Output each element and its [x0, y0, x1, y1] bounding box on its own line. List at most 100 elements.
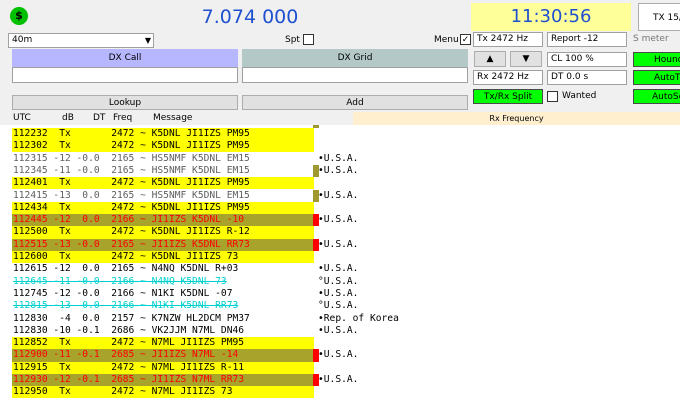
- row-message: 112745 -12 -0.0 2166 ~ N1KI K5DNL -07: [13, 287, 233, 299]
- table-row[interactable]: 112645 -11 -0.0 2166 ~ N4NQ K5DNL 73 °U.S…: [0, 276, 680, 288]
- table-row[interactable]: 112615 -12 0.0 2165 ~ N4NQ K5DNL R+03 •U.…: [0, 263, 680, 275]
- lookup-button[interactable]: Lookup: [12, 95, 238, 110]
- status-icon: $: [10, 7, 28, 25]
- rx-frequency-spinner[interactable]: Rx 2472 Hz: [473, 70, 543, 85]
- autoseq-button[interactable]: AutoSeq: [633, 89, 680, 104]
- row-marker: [313, 177, 319, 189]
- row-message: 112401 Tx 2472 ~ K5DNL JI1IZS PM95: [13, 177, 250, 189]
- table-row[interactable]: 112915 Tx 2472 ~ N7ML JI1IZS R-11: [0, 361, 680, 374]
- row-message: 112830 -10 -0.1 2686 ~ VK2JJM N7ML DN46: [13, 324, 245, 336]
- down-arrow-button[interactable]: ▼: [510, 51, 542, 67]
- table-row[interactable]: 112745 -12 -0.0 2166 ~ N1KI K5DNL -07 •U.…: [0, 288, 680, 300]
- row-marker: [313, 140, 319, 152]
- row-message: 112600 Tx 2472 ~ K5DNL JI1IZS 73: [13, 251, 239, 262]
- table-row[interactable]: 112900 -11 -0.1 2685 ~ JI1IZS N7ML -14 •U…: [0, 349, 680, 362]
- row-message: 112315 -12 -0.0 2165 ~ HS5NMF K5DNL EM15: [13, 152, 250, 164]
- table-row[interactable]: 112445 -12 0.0 2166 ~ JI1IZS K5DNL -10 •U…: [0, 214, 680, 227]
- row-country: •U.S.A.: [318, 189, 359, 201]
- table-row[interactable]: 112415 -13 0.0 2165 ~ HS5NMF K5DNL EM15 •…: [0, 189, 680, 202]
- rx-frequency-table[interactable]: 112232 Tx 2472 ~ K5DNL JI1IZS PM95 112302…: [0, 125, 680, 404]
- frequency-display: 7.074 000: [201, 6, 299, 28]
- row-country: •U.S.A.: [318, 152, 359, 164]
- tx-period-button[interactable]: TX 15/: [638, 3, 680, 31]
- row-country: •U.S.A.: [318, 324, 359, 336]
- rx-frequency-header: Rx Frequency: [353, 112, 680, 125]
- up-arrow-button[interactable]: ▲: [474, 51, 506, 67]
- row-country: °U.S.A.: [318, 275, 359, 287]
- row-country: •U.S.A.: [318, 263, 359, 275]
- table-row[interactable]: 112345 -11 -0.0 2165 ~ HS5NMF K5DNL EM15…: [0, 164, 680, 178]
- dx-call-header: DX Call: [12, 49, 238, 67]
- row-country: •Rep. of Korea: [318, 312, 399, 324]
- row-country: •U.S.A.: [318, 214, 359, 226]
- dx-call-input[interactable]: [12, 67, 238, 83]
- row-message: 112852 Tx 2472 ~ N7ML JI1IZS PM95: [13, 337, 245, 349]
- menu-checkbox[interactable]: ✓: [460, 34, 471, 45]
- hound-button[interactable]: Hound: [633, 52, 680, 67]
- dt-spinner[interactable]: DT 0.0 s: [547, 70, 627, 85]
- row-message: 112950 Tx 2472 ~ N7ML JI1IZS 73: [13, 386, 233, 398]
- dx-grid-input[interactable]: [242, 67, 468, 83]
- time-display: 11:30:56: [471, 3, 631, 31]
- wanted-label: Wanted: [562, 91, 597, 101]
- row-message: 112915 Tx 2472 ~ N7ML JI1IZS R-11: [13, 361, 245, 373]
- table-row[interactable]: 112302 Tx 2472 ~ K5DNL JI1IZS PM95: [0, 140, 680, 153]
- row-message: 112900 -11 -0.1 2685 ~ JI1IZS N7ML -14: [13, 349, 239, 361]
- col-db: dB: [62, 113, 74, 123]
- row-message: 112232 Tx 2472 ~ K5DNL JI1IZS PM95: [13, 128, 250, 139]
- add-button[interactable]: Add: [242, 95, 468, 110]
- row-marker: [313, 386, 319, 398]
- row-marker: [313, 128, 319, 140]
- report-spinner[interactable]: Report -12: [547, 32, 627, 47]
- col-freq: Freq: [113, 113, 133, 123]
- band-value: 40m: [12, 35, 33, 45]
- row-message: 112515 -13 -0.0 2165 ~ JI1IZS K5DNL RR73: [13, 238, 250, 250]
- tx-frequency-spinner[interactable]: Tx 2472 Hz: [473, 32, 543, 47]
- row-marker: [313, 337, 319, 349]
- col-message: Message: [153, 113, 193, 123]
- table-row[interactable]: 112950 Tx 2472 ~ N7ML JI1IZS 73: [0, 386, 680, 399]
- autotx-button[interactable]: AutoTx: [633, 70, 680, 85]
- row-country: •U.S.A.: [318, 374, 359, 385]
- row-message: 112445 -12 0.0 2166 ~ JI1IZS K5DNL -10: [13, 214, 245, 226]
- menu-label: Menu: [434, 35, 459, 45]
- table-row[interactable]: 112852 Tx 2472 ~ N7ML JI1IZS PM95: [0, 337, 680, 350]
- table-row[interactable]: 112232 Tx 2472 ~ K5DNL JI1IZS PM95: [0, 128, 680, 141]
- row-message: 112500 Tx 2472 ~ K5DNL JI1IZS R-12: [13, 226, 250, 238]
- row-country: •U.S.A.: [318, 287, 359, 299]
- spt-label: Spt: [285, 35, 300, 45]
- row-message: 112302 Tx 2472 ~ K5DNL JI1IZS PM95: [13, 140, 250, 152]
- table-row[interactable]: 112830 -10 -0.1 2686 ~ VK2JJM N7ML DN46 •…: [0, 325, 680, 337]
- row-message: 112434 Tx 2472 ~ K5DNL JI1IZS PM95: [13, 201, 250, 213]
- row-marker: [313, 251, 319, 263]
- row-marker: [313, 202, 319, 214]
- table-row[interactable]: 112600 Tx 2472 ~ K5DNL JI1IZS 73: [0, 251, 680, 264]
- row-message: 112615 -12 0.0 2165 ~ N4NQ K5DNL R+03: [13, 263, 239, 275]
- table-row[interactable]: 112315 -12 -0.0 2165 ~ HS5NMF K5DNL EM15…: [0, 153, 680, 165]
- row-message: 112415 -13 0.0 2165 ~ HS5NMF K5DNL EM15: [13, 189, 250, 201]
- row-message: 112345 -11 -0.0 2165 ~ HS5NMF K5DNL EM15: [13, 164, 250, 176]
- row-country: °U.S.A.: [318, 300, 359, 312]
- band-select[interactable]: 40m ▼: [8, 33, 154, 48]
- chevron-down-icon: ▼: [144, 36, 151, 45]
- table-row[interactable]: 112500 Tx 2472 ~ K5DNL JI1IZS R-12: [0, 226, 680, 239]
- table-row[interactable]: 112830 -4 0.0 2157 ~ K7NZW HL2DCM PM37 •R…: [0, 313, 680, 325]
- row-marker: [313, 362, 319, 374]
- table-row[interactable]: 112434 Tx 2472 ~ K5DNL JI1IZS PM95: [0, 201, 680, 214]
- s-meter-label: S meter: [633, 34, 669, 44]
- dx-grid-header: DX Grid: [242, 49, 468, 67]
- row-message: 112830 -4 0.0 2157 ~ K7NZW HL2DCM PM37: [13, 312, 250, 324]
- wanted-checkbox[interactable]: [547, 91, 558, 102]
- table-row[interactable]: 112401 Tx 2472 ~ K5DNL JI1IZS PM95: [0, 177, 680, 190]
- table-row[interactable]: 112930 -12 -0.1 2685 ~ JI1IZS N7ML RR73 •…: [0, 374, 680, 387]
- table-row[interactable]: 112815 -13 0.0 2166 ~ N1KI K5DNL RR73 °U.…: [0, 300, 680, 312]
- row-country: •U.S.A.: [318, 238, 359, 250]
- row-marker: [313, 226, 319, 238]
- table-row[interactable]: 112515 -13 -0.0 2165 ~ JI1IZS K5DNL RR73…: [0, 238, 680, 251]
- row-message: 112645 -11 -0.0 2166 ~ N4NQ K5DNL 73: [13, 275, 227, 287]
- cl-spinner[interactable]: CL 100 %: [547, 52, 627, 67]
- tx-rx-split-button[interactable]: Tx/Rx Split: [473, 89, 543, 104]
- row-country: •U.S.A.: [318, 164, 359, 176]
- spt-checkbox[interactable]: [303, 34, 314, 45]
- row-message: 112930 -12 -0.1 2685 ~ JI1IZS N7ML RR73: [13, 374, 245, 385]
